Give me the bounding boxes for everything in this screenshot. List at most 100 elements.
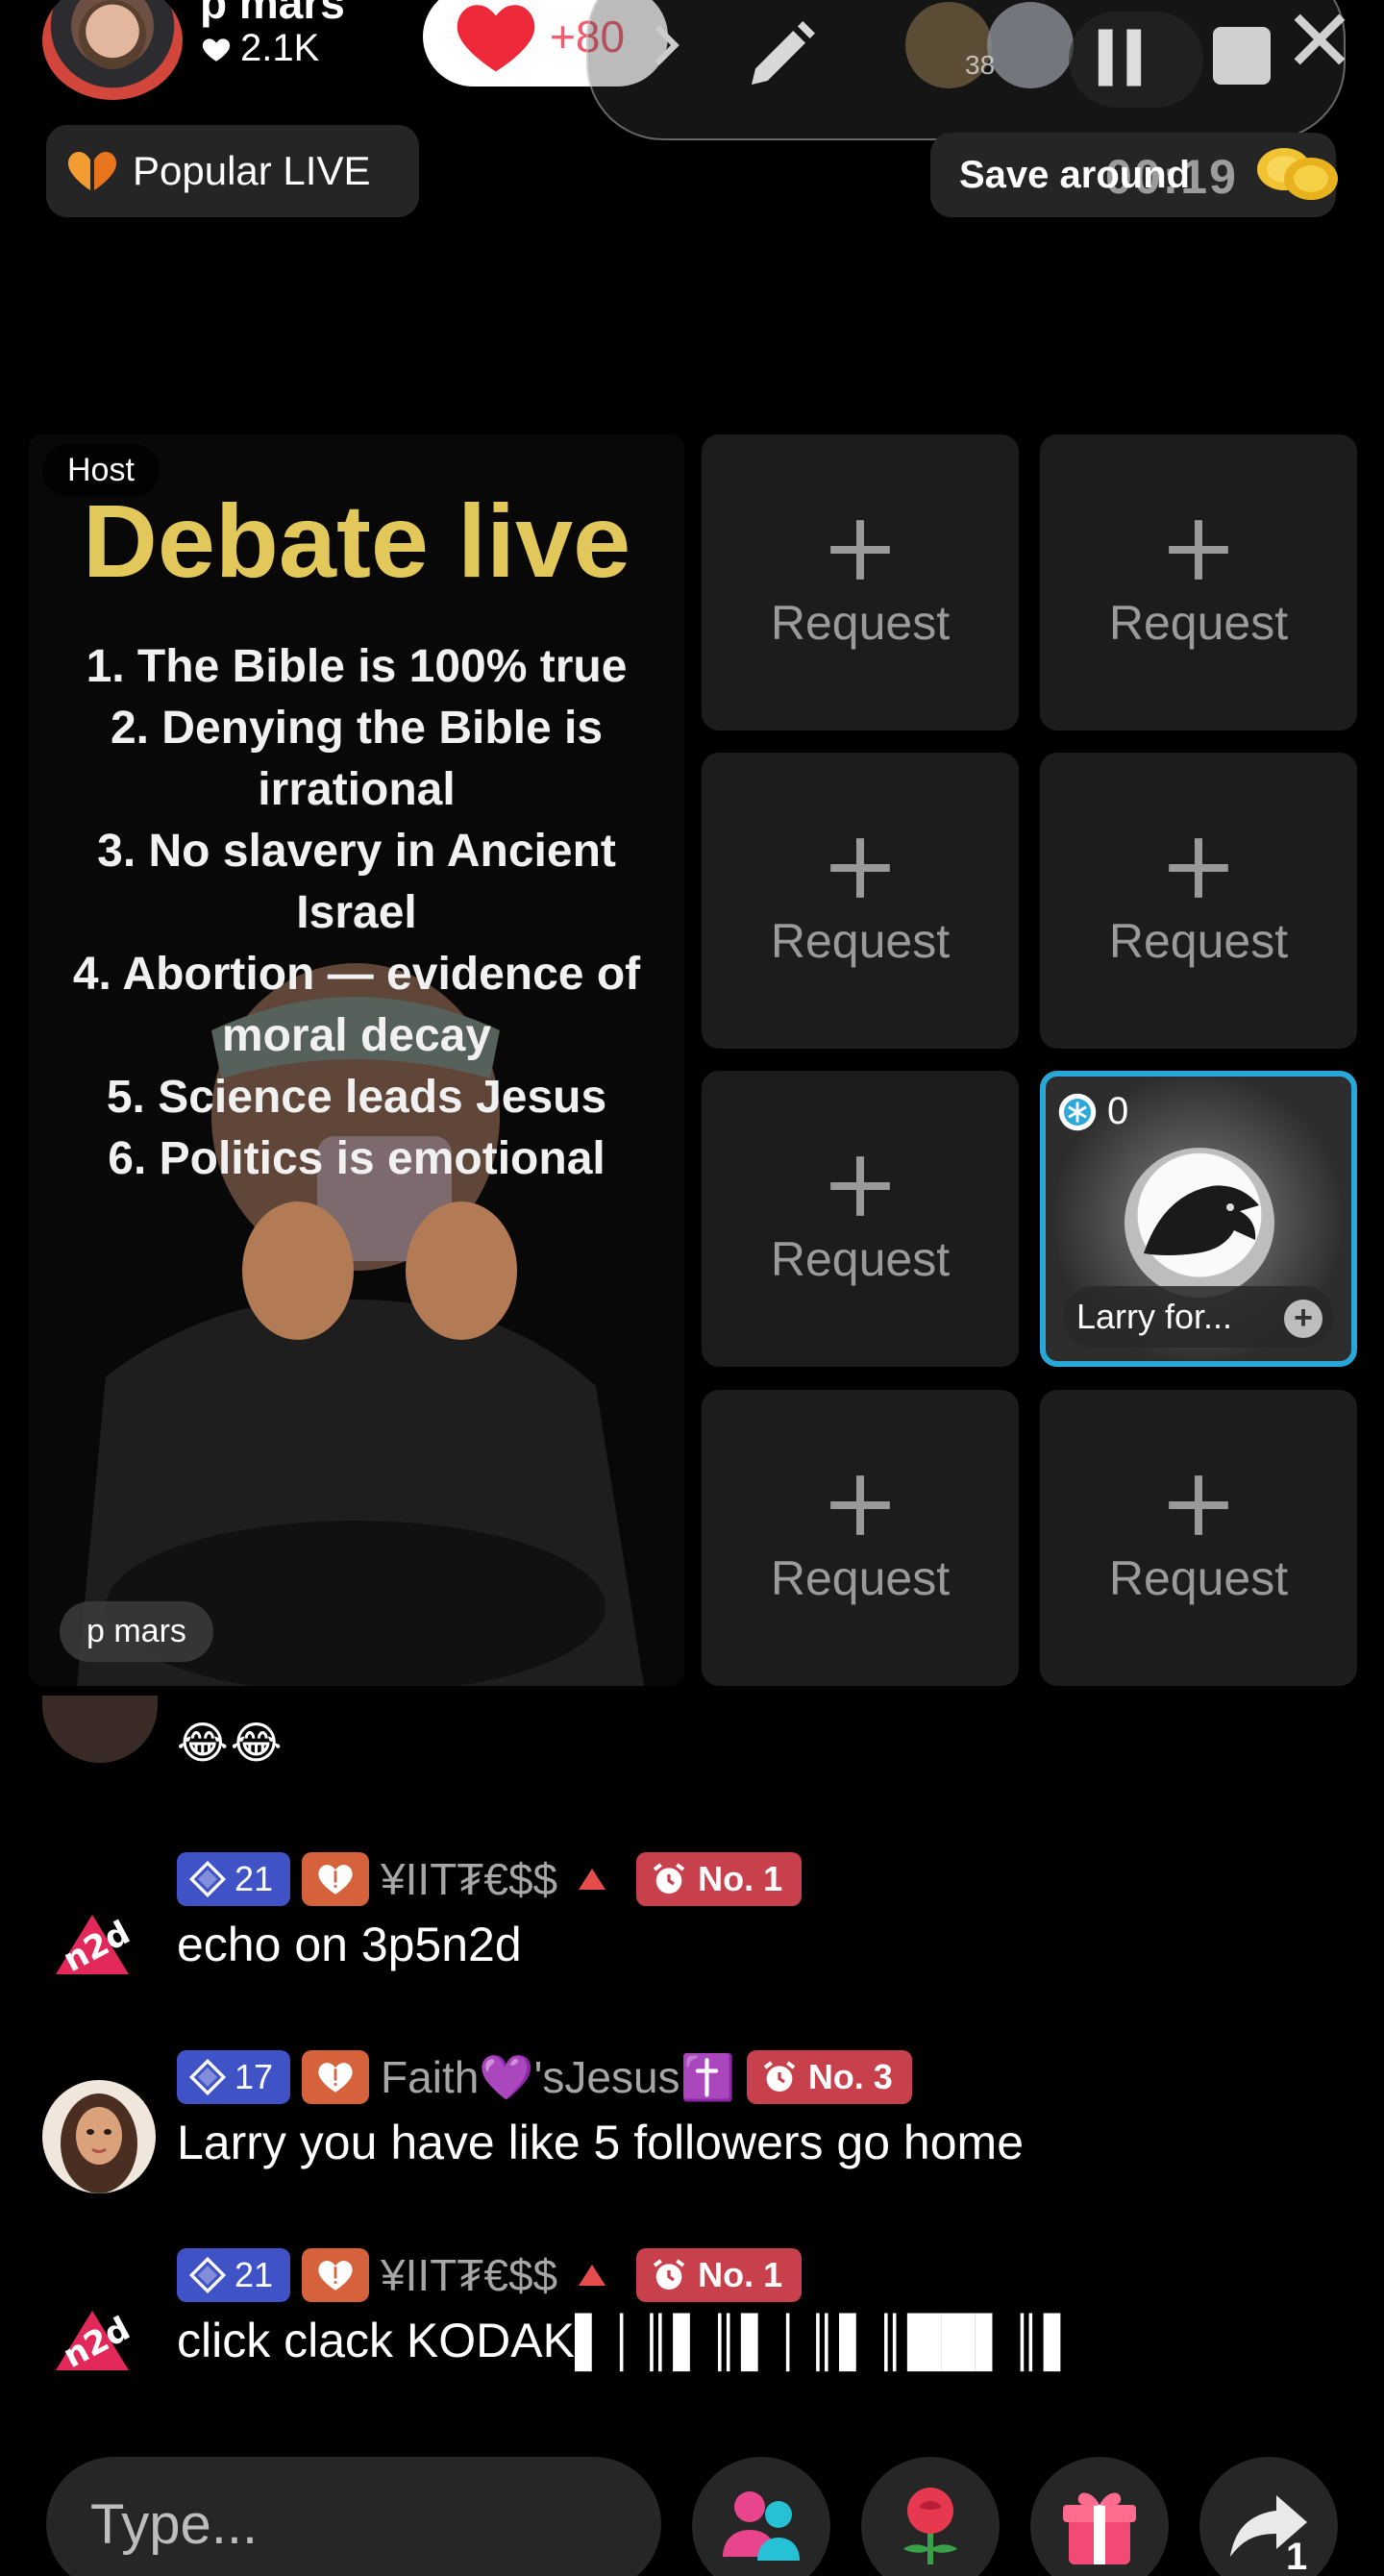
rank-badge: No. 1 (636, 1852, 803, 1906)
guest-tile[interactable]: 0 Larry for... + (1040, 1071, 1357, 1367)
gift-button[interactable] (1030, 2457, 1169, 2576)
plus-icon (830, 1156, 890, 1216)
request-label: Request (1108, 596, 1289, 650)
chat-avatar[interactable] (42, 2080, 156, 2193)
live-timer: 00:19 (1105, 150, 1238, 204)
viewer-avatars[interactable] (905, 2, 1088, 88)
comment-input[interactable] (46, 2457, 661, 2576)
debate-point: 4. Abortion — evidence of (72, 949, 641, 1000)
request-slot[interactable]: Request (702, 753, 1019, 1049)
pencil-icon[interactable] (742, 17, 819, 94)
request-label: Request (770, 596, 951, 650)
triangle-icon (579, 2265, 606, 2286)
chat-username[interactable]: ¥IIT₮€$$ (381, 2249, 557, 2301)
debate-point: irrational (258, 764, 456, 815)
stop-icon[interactable] (1213, 27, 1271, 85)
guest-name-pill: Larry for... + (1063, 1286, 1334, 1348)
rank-value: No. 1 (698, 2255, 783, 2294)
alarm-clock-icon (653, 1863, 685, 1894)
viewer-avatar (987, 2, 1074, 88)
follow-guest-button[interactable]: + (1284, 1300, 1322, 1338)
diamond-icon (188, 2058, 227, 2096)
debate-point: 3. No slavery in Ancient (97, 826, 616, 877)
rank-value: No. 3 (807, 2057, 893, 2096)
request-slot[interactable]: Request (1040, 1390, 1357, 1686)
faith-avatar-icon (42, 2080, 156, 2193)
request-label: Request (770, 914, 951, 968)
dragon-logo-icon (1144, 1185, 1259, 1255)
request-label: Request (770, 1551, 951, 1605)
close-icon[interactable] (1286, 6, 1353, 73)
gift-icon (1063, 2492, 1136, 2564)
snowflake-badge-icon (1058, 1093, 1097, 1130)
triangle-icon (579, 1869, 606, 1890)
host-name: p mars (200, 0, 345, 28)
host-info[interactable]: p mars 2.1K (42, 0, 417, 100)
n2d-avatar-icon: n2d (42, 2278, 156, 2391)
diamond-icon (188, 1860, 227, 1898)
rose-gift-button[interactable] (861, 2457, 1000, 2576)
diamond-icon (188, 2256, 227, 2294)
chat-avatar[interactable]: n2d (42, 2278, 156, 2391)
host-video-tile[interactable]: Host Debate live 1. The Bible is 100% tr… (29, 434, 684, 1686)
share-button[interactable] (1199, 2457, 1338, 2576)
popular-live-label: Popular LIVE (133, 148, 371, 193)
request-label: Request (1108, 1551, 1289, 1605)
chat-text: click clack KODAK▌│║▌║▌│║▌║██▌║▌ (177, 2314, 1077, 2367)
level-value: 21 (235, 2255, 274, 2294)
guest-name: Larry for... (1076, 1297, 1233, 1336)
level-value: 17 (235, 2057, 274, 2096)
guest-score-value: 0 (1107, 1090, 1129, 1132)
chat-username[interactable]: Faith💜'sJesus✝️ (381, 2051, 735, 2104)
chat-text: Larry you have like 5 followers go home (177, 2116, 1025, 2169)
chat-badges: 21 ¥IIT₮€$$ No. 1 (177, 1851, 803, 1907)
plus-icon (830, 838, 890, 898)
guest-avatar (1124, 1148, 1274, 1298)
chat-avatar[interactable] (42, 1696, 158, 1763)
chat-username[interactable]: ¥IIT₮€$$ (381, 1853, 557, 1905)
level-badge: 21 (177, 2248, 291, 2302)
chat-text: 😂😂 (177, 1718, 284, 1768)
chevron-right-icon[interactable] (641, 21, 689, 69)
alarm-clock-icon (653, 2259, 685, 2290)
host-name-tag: p mars (60, 1601, 213, 1662)
plus-icon (1169, 1475, 1228, 1535)
host-avatar[interactable] (42, 0, 183, 100)
host-likes: 2.1K (200, 27, 319, 70)
rank-badge: No. 1 (636, 2248, 803, 2302)
level-badge: 17 (177, 2050, 291, 2104)
coins-icon (1257, 148, 1338, 200)
people-icon (723, 2491, 800, 2561)
fan-heart-icon (318, 2063, 353, 2093)
request-slot[interactable]: Request (1040, 753, 1357, 1049)
plus-icon (830, 1475, 890, 1535)
plus-icon (830, 520, 890, 580)
fan-badge (302, 2248, 370, 2302)
debate-title: Debate live (82, 483, 631, 599)
chat-avatar[interactable]: n2d (42, 1882, 156, 1995)
request-slot[interactable]: Request (702, 1071, 1019, 1367)
debate-points: 1. The Bible is 100% true 2. Denying the… (29, 636, 684, 1190)
request-slot[interactable]: Request (702, 1390, 1019, 1686)
plus-icon (1169, 838, 1228, 898)
multi-guest-button[interactable] (692, 2457, 830, 2576)
fan-badge (302, 1852, 370, 1906)
guest-score: 0 (1057, 1090, 1128, 1133)
fan-heart-icon (318, 2261, 353, 2291)
heart-icon (202, 37, 231, 62)
debate-point: 2. Denying the Bible is (110, 703, 604, 754)
live-control-panel: 38 (586, 0, 1346, 140)
debate-point: 1. The Bible is 100% true (86, 641, 628, 692)
rank-badge: No. 3 (746, 2050, 912, 2104)
host-likes-count: 2.1K (240, 27, 320, 69)
share-count: 1 (1286, 2536, 1308, 2576)
chat-text: echo on 3p5n2d (177, 1918, 522, 1971)
rank-value: No. 1 (698, 1859, 783, 1898)
request-slot[interactable]: Request (702, 434, 1019, 731)
debate-point: moral decay (221, 1010, 492, 1061)
host-badge: Host (42, 444, 160, 497)
orange-heart-icon (67, 152, 117, 190)
fan-heart-icon (318, 1865, 353, 1895)
request-slot[interactable]: Request (1040, 434, 1357, 731)
popular-live-button[interactable]: Popular LIVE (46, 125, 419, 217)
